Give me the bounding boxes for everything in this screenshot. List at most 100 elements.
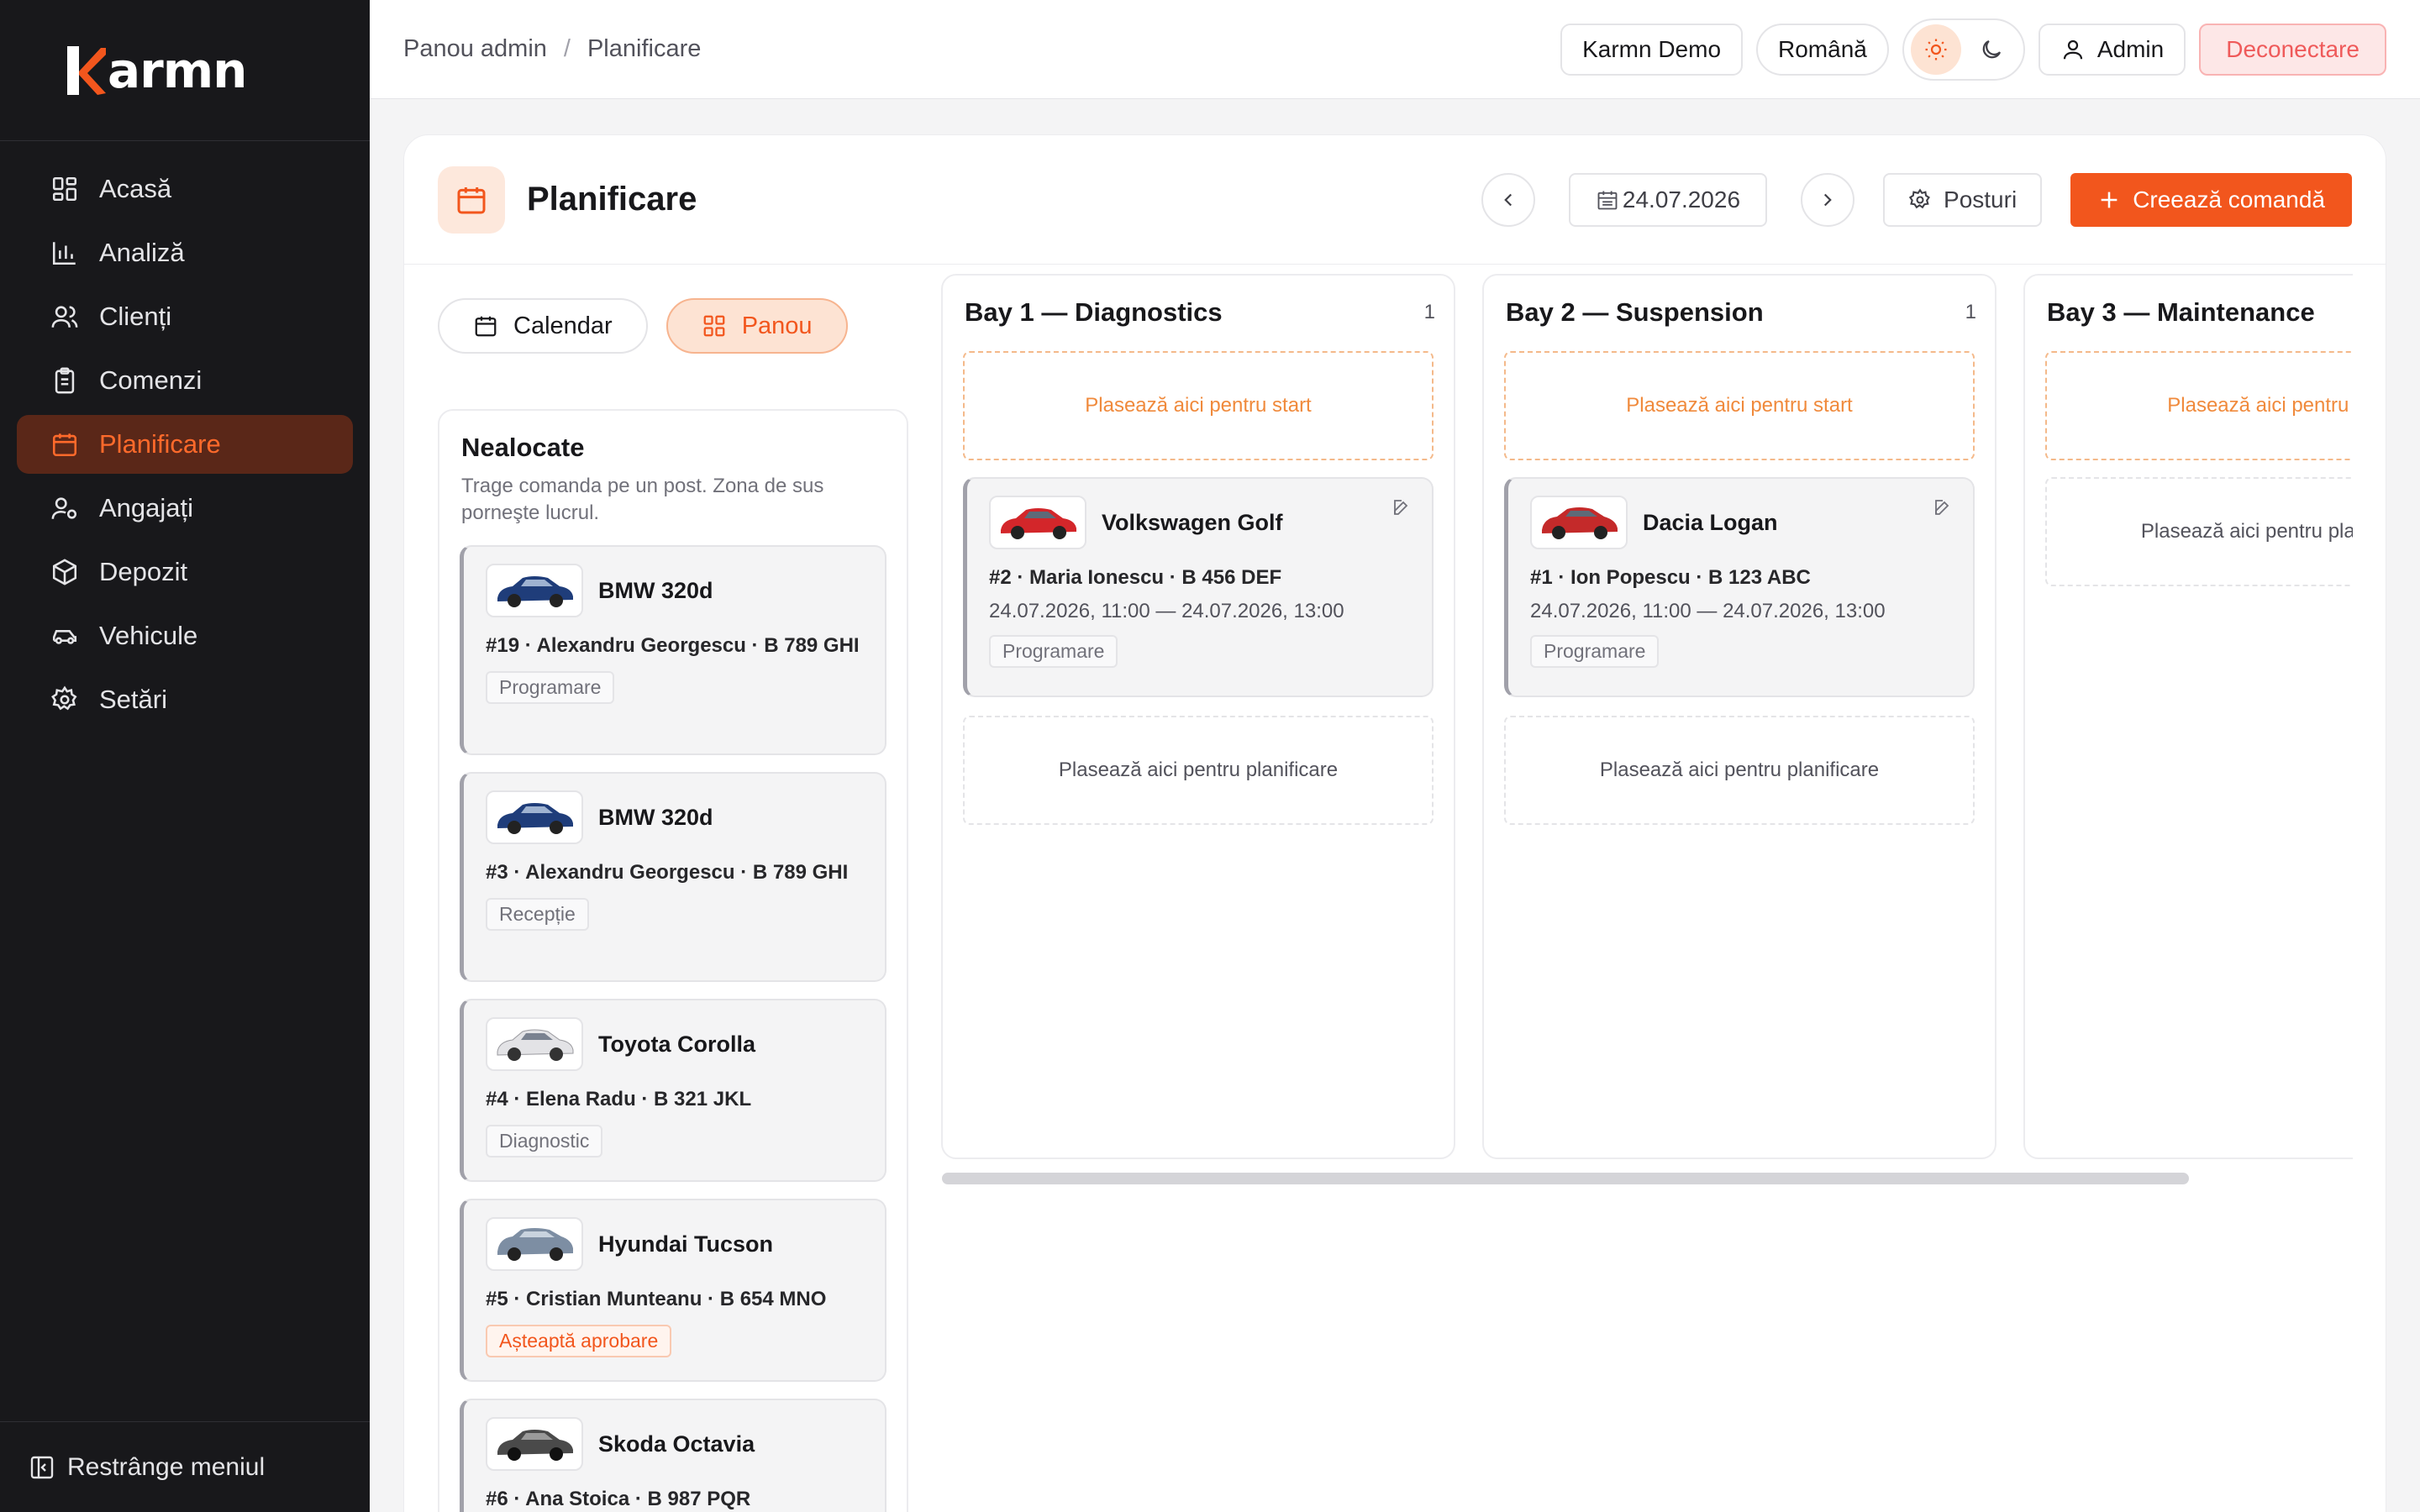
bay-column: Bay 1 — Diagnostics 1 Plasează aici pent… (941, 274, 1455, 1159)
sidebar-item-planificare[interactable]: Planificare (17, 415, 353, 474)
sidebar-item-label: Depozit (99, 557, 188, 586)
date-picker[interactable]: 24.07.2026 (1568, 172, 1768, 227)
job-card[interactable]: Toyota Corolla #4 · Elena Radu · B 321 J… (460, 999, 886, 1182)
edit-icon[interactable] (1933, 497, 1953, 522)
calendar-small-icon (1597, 191, 1618, 209)
logout-button[interactable]: Deconectare (2199, 23, 2386, 76)
drop-zone-plan[interactable]: Plasează aici pentru planificare (1504, 716, 1975, 825)
sidebar-item-label: Analiză (99, 238, 185, 267)
bay-title: Bay 2 — Suspension (1506, 297, 1764, 327)
job-meta: #1 · Ion Popescu · B 123 ABC (1530, 566, 1811, 589)
sidebar-item-comenzi[interactable]: Comenzi (17, 351, 353, 410)
user-name: Admin (2096, 35, 2165, 62)
horizontal-scrollbar[interactable] (942, 1173, 2189, 1184)
planning-calendar-icon (438, 165, 505, 234)
edit-icon[interactable] (1392, 497, 1412, 522)
collapse-icon (29, 1454, 55, 1481)
sidebar-item-clienti[interactable]: Clienți (17, 287, 353, 346)
status-badge: Așteaptă aprobare (486, 1325, 672, 1357)
box-icon (49, 556, 81, 588)
calendar-icon (475, 316, 497, 337)
next-day-button[interactable] (1801, 172, 1855, 227)
grid-icon (703, 315, 725, 337)
drop-zone-start[interactable]: Plasează aici pentru start (963, 351, 1434, 460)
tab-panou[interactable]: Panou (666, 298, 848, 354)
topbar: Panou admin / Planificare Karmn Demo Rom… (370, 0, 2420, 99)
unassigned-column: Nealocate Trage comanda pe un post. Zona… (438, 409, 908, 1512)
car-thumbnail (486, 564, 583, 617)
light-mode-button[interactable] (1910, 24, 1961, 75)
job-time: 24.07.2026, 11:00 — 24.07.2026, 13:00 (989, 600, 1344, 622)
job-card[interactable]: Hyundai Tucson #5 · Cristian Munteanu · … (460, 1199, 886, 1382)
bays-settings-button[interactable]: Posturi (1883, 172, 2043, 227)
car-name: BMW 320d (598, 577, 713, 603)
sidebar-nav: Acasă Analiză Clienți Comenzi Planificar… (0, 141, 370, 729)
sidebar-item-label: Setări (99, 685, 167, 714)
tab-calendar[interactable]: Calendar (438, 298, 648, 354)
sidebar-item-analiza[interactable]: Analiză (17, 223, 353, 282)
job-meta: #6 · Ana Stoica · B 987 PQR (486, 1488, 751, 1510)
card-header: Planificare 24.07.2026 Posturi Creează c… (404, 135, 2386, 265)
breadcrumb-item-admin[interactable]: Panou admin (403, 35, 547, 63)
user-menu-button[interactable]: Admin (2038, 23, 2186, 76)
status-badge: Recepție (486, 898, 589, 931)
sidebar-item-label: Clienți (99, 302, 172, 331)
car-thumbnail (486, 1017, 583, 1071)
car-name: Dacia Logan (1643, 509, 1778, 535)
drop-zone-start[interactable]: Plasează aici pentru start (2045, 351, 2353, 460)
job-meta: #19 · Alexandru Georgescu · B 789 GHI (486, 634, 860, 657)
previous-day-button[interactable] (1481, 172, 1535, 227)
page-title: Planificare (527, 181, 697, 218)
car-name: Skoda Octavia (598, 1431, 755, 1457)
bay-title: Bay 1 — Diagnostics (965, 297, 1223, 327)
drop-zone-plan[interactable]: Plasează aici pentru planificare (963, 716, 1434, 825)
language-selector[interactable]: Română (1756, 23, 1889, 76)
tab-calendar-label: Calendar (513, 312, 613, 339)
job-card[interactable]: BMW 320d #3 · Alexandru Georgescu · B 78… (460, 772, 886, 982)
tenant-selector[interactable]: Karmn Demo (1560, 23, 1744, 76)
sidebar-item-label: Vehicule (99, 621, 198, 650)
dashboard-icon (49, 173, 81, 205)
car-thumbnail (1530, 496, 1628, 549)
bays-settings-label: Posturi (1944, 186, 2018, 213)
sidebar-item-setari[interactable]: Setări (17, 670, 353, 729)
dark-mode-button[interactable] (1966, 24, 2017, 75)
topbar-actions: Karmn Demo Română Admin Deconectare (1560, 18, 2386, 81)
job-card[interactable]: BMW 320d #19 · Alexandru Georgescu · B 7… (460, 545, 886, 755)
car-name: BMW 320d (598, 804, 713, 830)
users-icon (49, 301, 81, 333)
create-order-button[interactable]: Creează comandă (2070, 172, 2352, 227)
tab-panou-label: Panou (741, 312, 813, 339)
sidebar-item-label: Planificare (99, 429, 221, 459)
job-card[interactable]: Dacia Logan #1 · Ion Popescu · B 123 ABC… (1504, 477, 1975, 697)
calendar-icon (49, 428, 81, 460)
bay-column: Bay 2 — Suspension 1 Plasează aici pentr… (1482, 274, 1996, 1159)
bay-title: Bay 3 — Maintenance (2047, 297, 2315, 327)
bay-column: Bay 3 — Maintenance Plasează aici pentru… (2023, 274, 2353, 1159)
karmn-logo[interactable]: armn (66, 42, 247, 99)
clipboard-icon (49, 365, 81, 396)
user-gear-icon (49, 492, 81, 524)
job-time: 24.07.2026, 11:00 — 24.07.2026, 13:00 (1530, 600, 1886, 622)
theme-toggle (1902, 18, 2025, 81)
sidebar-item-vehicule[interactable]: Vehicule (17, 606, 353, 665)
drop-zone-plan[interactable]: Plasează aici pentru planificare (2045, 477, 2353, 586)
job-meta: #4 · Elena Radu · B 321 JKL (486, 1088, 752, 1110)
car-icon (49, 620, 81, 652)
car-thumbnail (486, 1417, 583, 1471)
car-name: Hyundai Tucson (598, 1231, 774, 1257)
car-name: Volkswagen Golf (1102, 509, 1283, 535)
sidebar-item-depozit[interactable]: Depozit (17, 543, 353, 601)
job-card[interactable]: Skoda Octavia #6 · Ana Stoica · B 987 PQ… (460, 1399, 886, 1512)
view-tabs: Calendar Panou (438, 298, 848, 354)
collapse-menu-button[interactable]: Restrânge meniul (0, 1421, 370, 1512)
car-name: Toyota Corolla (598, 1031, 756, 1057)
bays-board: Bay 1 — Diagnostics 1 Plasează aici pent… (941, 274, 2353, 1164)
car-thumbnail (989, 496, 1086, 549)
sidebar-item-acasa[interactable]: Acasă (17, 160, 353, 218)
job-card[interactable]: Volkswagen Golf #2 · Maria Ionescu · B 4… (963, 477, 1434, 697)
breadcrumb-item-current: Planificare (587, 35, 702, 62)
sidebar-item-angajati[interactable]: Angajați (17, 479, 353, 538)
sidebar-item-label: Angajați (99, 493, 194, 522)
drop-zone-start[interactable]: Plasează aici pentru start (1504, 351, 1975, 460)
